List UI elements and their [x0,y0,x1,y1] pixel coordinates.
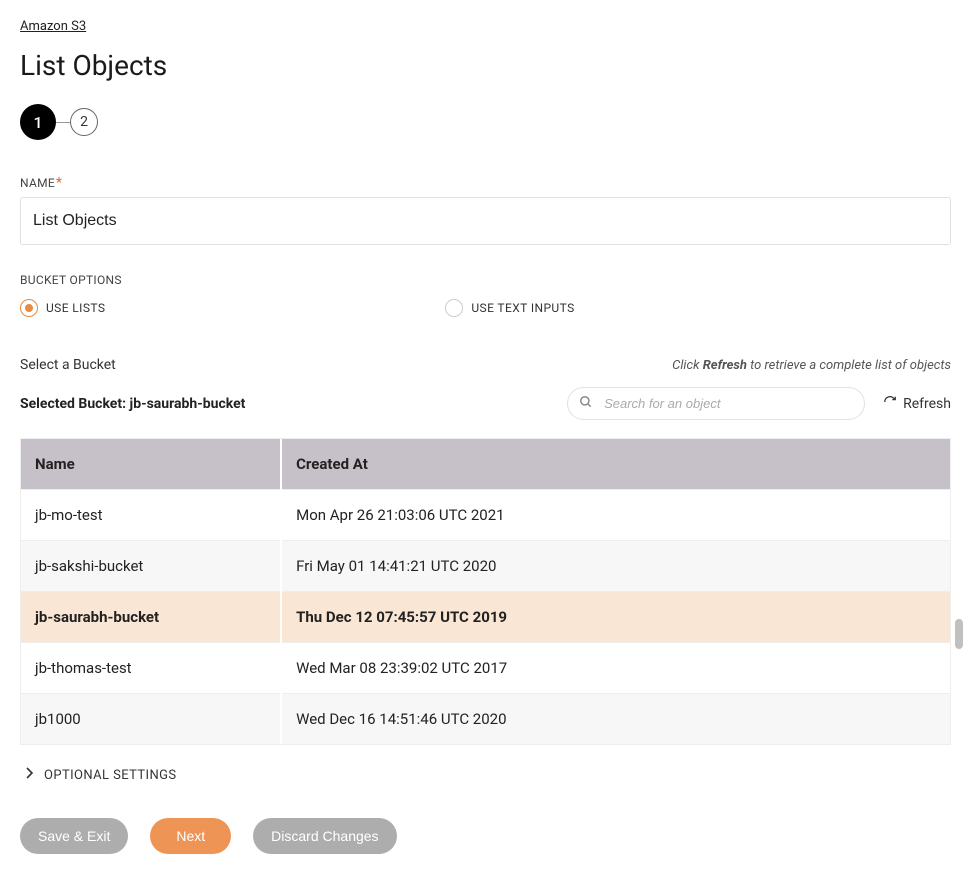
table-cell-created-at: Wed Dec 16 14:51:46 UTC 2020 [281,694,950,745]
radio-icon-checked [20,299,38,317]
required-indicator: * [56,175,62,191]
table-row[interactable]: jb1000 Wed Dec 16 14:51:46 UTC 2020 [21,694,950,745]
radio-use-text-inputs-label: USE TEXT INPUTS [471,301,574,315]
table-cell-created-at: Thu Dec 12 07:45:57 UTC 2019 [281,592,950,643]
refresh-button-label: Refresh [903,396,951,412]
bucket-table: Name Created At jb-mo-test Mon Apr 26 21… [20,438,951,745]
selected-bucket-value: jb-saurabh-bucket [130,396,246,412]
refresh-hint-suffix: to retrieve a complete list of objects [747,358,951,373]
search-icon [579,395,593,413]
scrollbar-track[interactable] [951,439,963,744]
table-header-created-at[interactable]: Created At [281,439,950,490]
refresh-hint: Click Refresh to retrieve a complete lis… [672,358,951,373]
refresh-hint-bold: Refresh [703,358,747,373]
select-bucket-label: Select a Bucket [20,357,116,373]
radio-icon-unchecked [445,299,463,317]
table-row[interactable]: jb-thomas-test Wed Mar 08 23:39:02 UTC 2… [21,643,950,694]
search-input[interactable] [567,387,865,420]
table-cell-created-at: Fri May 01 14:41:21 UTC 2020 [281,541,950,592]
optional-settings-toggle[interactable]: OPTIONAL SETTINGS [20,767,951,783]
table-cell-created-at: Mon Apr 26 21:03:06 UTC 2021 [281,490,950,541]
table-header-name[interactable]: Name [21,439,281,490]
table-row-selected[interactable]: jb-saurabh-bucket Thu Dec 12 07:45:57 UT… [21,592,950,643]
table-cell-name: jb-sakshi-bucket [21,541,281,592]
name-label: NAME [20,176,55,190]
step-2[interactable]: 2 [70,108,98,136]
table-cell-created-at: Wed Mar 08 23:39:02 UTC 2017 [281,643,950,694]
refresh-hint-prefix: Click [672,358,703,373]
name-input[interactable] [20,197,951,245]
table-row[interactable]: jb-sakshi-bucket Fri May 01 14:41:21 UTC… [21,541,950,592]
table-cell-name: jb-saurabh-bucket [21,592,281,643]
stepper: 1 2 [20,104,951,140]
refresh-icon [883,395,897,413]
table-row[interactable]: jb-mo-test Mon Apr 26 21:03:06 UTC 2021 [21,490,950,541]
table-cell-name: jb-thomas-test [21,643,281,694]
table-cell-name: jb1000 [21,694,281,745]
radio-use-text-inputs[interactable]: USE TEXT INPUTS [445,299,574,317]
step-connector [56,122,70,123]
selected-bucket: Selected Bucket: jb-saurabh-bucket [20,396,245,412]
optional-settings-label: OPTIONAL SETTINGS [44,768,177,783]
table-cell-name: jb-mo-test [21,490,281,541]
radio-use-lists-label: USE LISTS [46,301,105,315]
chevron-right-icon [26,767,34,783]
save-exit-button[interactable]: Save & Exit [20,818,128,854]
scrollbar-thumb[interactable] [955,619,963,649]
page-title: List Objects [20,49,951,82]
step-1[interactable]: 1 [20,104,56,140]
radio-use-lists[interactable]: USE LISTS [20,299,105,317]
refresh-button[interactable]: Refresh [883,395,951,413]
bucket-options-label: BUCKET OPTIONS [20,273,951,287]
next-button[interactable]: Next [150,818,231,854]
discard-changes-button[interactable]: Discard Changes [253,818,396,854]
selected-bucket-label: Selected Bucket: [20,396,130,412]
breadcrumb[interactable]: Amazon S3 [20,19,86,34]
